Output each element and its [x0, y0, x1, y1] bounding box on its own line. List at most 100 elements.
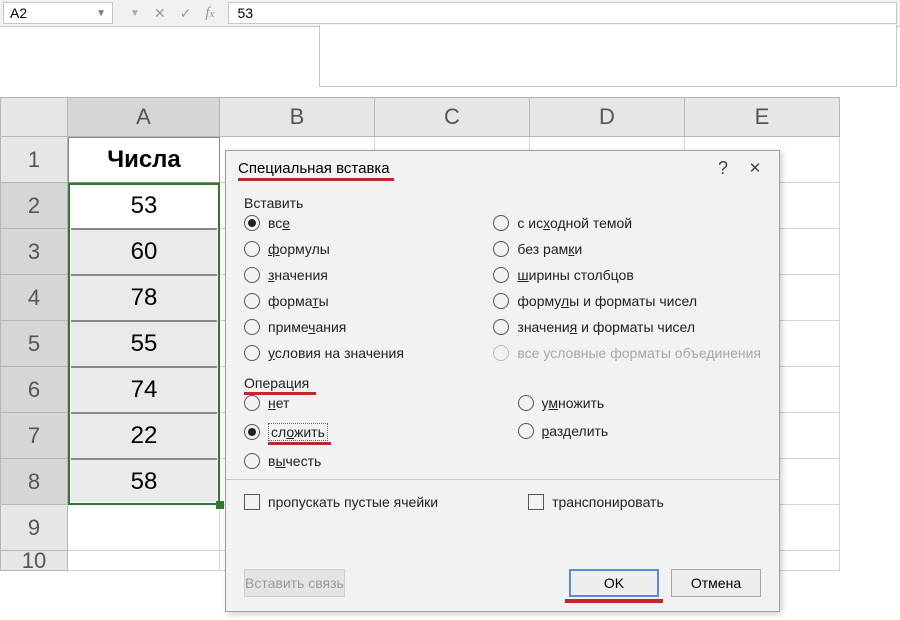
row-header[interactable]: 9 [0, 505, 68, 551]
cancel-label: Отмена [691, 575, 741, 591]
enter-check-icon[interactable]: ✓ [180, 5, 192, 22]
operation-group-text: Операция [244, 375, 309, 391]
radio-form-num[interactable]: формулы и форматы чисел [493, 293, 761, 309]
help-button[interactable]: ? [711, 158, 735, 179]
row-header[interactable]: 7 [0, 413, 68, 459]
radio-none[interactable]: нет [244, 395, 488, 411]
radio-icon [244, 293, 260, 309]
radio-icon [244, 241, 260, 257]
row-header[interactable]: 4 [0, 275, 68, 321]
col-header-B[interactable]: B [220, 97, 375, 137]
radio-values[interactable]: значения [244, 267, 463, 283]
skip-blanks-checkbox[interactable]: пропускать пустые ячейки [244, 494, 438, 510]
radio-label: сложить [268, 423, 328, 441]
radio-label: формулы [268, 241, 330, 257]
cancel-x-icon[interactable]: ✕ [154, 5, 166, 22]
cell[interactable]: 74 [68, 367, 220, 413]
radio-validation[interactable]: условия на значения [244, 345, 463, 361]
radio-icon [244, 424, 260, 440]
radio-label: без рамки [517, 241, 582, 257]
dialog-titlebar[interactable]: Специальная вставка ? ✕ [226, 151, 779, 185]
formula-tools: ▼ ✕ ✓ fx [116, 0, 228, 26]
fx-icon[interactable]: fx [205, 5, 214, 22]
radio-divide[interactable]: разделить [518, 423, 762, 439]
select-all-corner[interactable] [0, 97, 68, 137]
radio-formulas[interactable]: формулы [244, 241, 463, 257]
dropdown-icon[interactable]: ▼ [130, 8, 140, 19]
row-header[interactable]: 5 [0, 321, 68, 367]
formula-expand-box [319, 25, 897, 87]
ok-label: OK [604, 575, 624, 591]
dialog-title-text: Специальная вставка [238, 160, 390, 177]
radio-all[interactable]: все [244, 215, 463, 231]
fill-handle[interactable] [216, 501, 224, 509]
formula-bar: A2 ▼ ▼ ✕ ✓ fx 53 [0, 0, 900, 27]
radio-formats[interactable]: форматы [244, 293, 463, 309]
cell[interactable]: 60 [68, 229, 220, 275]
ok-button[interactable]: OK [569, 569, 659, 597]
row-header[interactable]: 8 [0, 459, 68, 505]
name-box-dropdown-icon[interactable]: ▼ [96, 8, 106, 19]
formula-value: 53 [237, 5, 253, 21]
paste-special-dialog: Специальная вставка ? ✕ Вставить все форм… [225, 150, 780, 612]
radio-label: все условные форматы объединения [517, 345, 761, 361]
col-header-A[interactable]: A [68, 97, 220, 137]
row-header[interactable]: 2 [0, 183, 68, 229]
radio-multiply[interactable]: умножить [518, 395, 762, 411]
radio-label: условия на значения [268, 345, 404, 361]
annotation-underline [238, 178, 394, 181]
radio-label: все [268, 215, 290, 231]
radio-val-num[interactable]: значения и форматы чисел [493, 319, 761, 335]
radio-icon [518, 395, 534, 411]
col-header-D[interactable]: D [530, 97, 685, 137]
radio-subtract[interactable]: вычесть [244, 453, 488, 469]
annotation-underline [565, 599, 663, 603]
cell[interactable] [68, 551, 220, 571]
radio-comments[interactable]: примечания [244, 319, 463, 335]
radio-label: с исходной темой [517, 215, 632, 231]
name-box[interactable]: A2 ▼ [3, 2, 113, 24]
radio-icon [244, 267, 260, 283]
cell[interactable]: 22 [68, 413, 220, 459]
cell[interactable]: 58 [68, 459, 220, 505]
close-icon[interactable]: ✕ [743, 159, 767, 177]
radio-col-widths[interactable]: ширины столбцов [493, 267, 761, 283]
cell[interactable]: 53 [68, 183, 220, 229]
name-box-value: A2 [10, 5, 27, 21]
checkbox-icon [528, 494, 544, 510]
checkbox-icon [244, 494, 260, 510]
radio-label: форматы [268, 293, 329, 309]
radio-icon [518, 423, 534, 439]
paste-group-label: Вставить [244, 195, 761, 211]
dialog-title: Специальная вставка [238, 160, 390, 177]
cell[interactable]: Числа [68, 137, 220, 183]
col-header-E[interactable]: E [685, 97, 840, 137]
row-header[interactable]: 3 [0, 229, 68, 275]
radio-no-border[interactable]: без рамки [493, 241, 761, 257]
row-header[interactable]: 1 [0, 137, 68, 183]
paste-link-label: Вставить связь [245, 575, 344, 591]
col-header-C[interactable]: C [375, 97, 530, 137]
formula-input[interactable]: 53 [228, 2, 897, 24]
radio-label: вычесть [268, 453, 321, 469]
operation-group-label: Операция [244, 375, 309, 391]
radio-icon [493, 215, 509, 231]
radio-icon [244, 319, 260, 335]
radio-label: ширины столбцов [517, 267, 633, 283]
formula-bar-expand-area [0, 27, 900, 97]
radio-label: значения и форматы чисел [517, 319, 695, 335]
paste-link-button: Вставить связь [244, 569, 345, 597]
cell[interactable]: 55 [68, 321, 220, 367]
row-header[interactable]: 6 [0, 367, 68, 413]
cancel-button[interactable]: Отмена [671, 569, 761, 597]
radio-add[interactable]: сложить [244, 423, 488, 441]
radio-icon [493, 293, 509, 309]
skip-blanks-label: пропускать пустые ячейки [268, 494, 438, 510]
radio-source-theme[interactable]: с исходной темой [493, 215, 761, 231]
radio-label: умножить [542, 395, 605, 411]
cell[interactable] [68, 505, 220, 551]
transpose-checkbox[interactable]: транспонировать [528, 494, 664, 510]
row-header[interactable]: 10 [0, 551, 68, 571]
cell[interactable]: 78 [68, 275, 220, 321]
radio-merge-cond: все условные форматы объединения [493, 345, 761, 361]
